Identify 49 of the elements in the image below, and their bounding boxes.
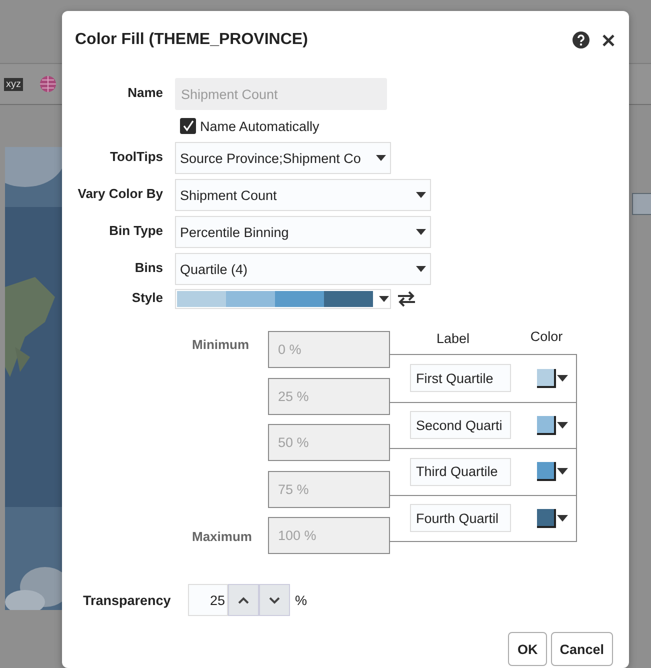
caret-icon <box>557 468 568 476</box>
close-icon[interactable] <box>602 34 615 46</box>
ok-button[interactable]: OK <box>508 632 547 666</box>
dropdown[interactable]: Percentile Binning <box>175 216 431 248</box>
label-field[interactable]: Fourth Quartil <box>410 504 511 532</box>
field-label: Name <box>126 84 164 100</box>
color-picker[interactable] <box>537 462 568 482</box>
style-dropdown[interactable] <box>175 289 391 309</box>
caret-icon <box>557 514 568 522</box>
field-label: Vary Color By <box>76 185 164 201</box>
caret-icon <box>557 374 568 382</box>
field-label: Bin Type <box>108 222 164 238</box>
help-icon[interactable] <box>572 31 590 49</box>
label-field[interactable]: Third Quartile <box>410 458 511 486</box>
minimum-label: Minimum <box>192 337 250 352</box>
label-field[interactable]: First Quartile <box>410 364 511 392</box>
checkbox-label: Name Automatically <box>200 118 320 134</box>
dropdown[interactable]: Source Province;Shipment Co <box>175 142 391 174</box>
checkbox[interactable] <box>180 118 196 134</box>
transparency-field[interactable]: 25 <box>188 584 228 616</box>
toolbar-label[interactable]: xyz <box>4 78 23 90</box>
field-label: Transparency <box>82 592 172 608</box>
dropdown[interactable]: Shipment Count <box>175 179 431 211</box>
field-label: ToolTips <box>109 148 164 164</box>
field-label: Bins <box>134 259 164 275</box>
cancel-button[interactable]: Cancel <box>550 632 613 666</box>
dialog-title: Color Fill (THEME_PROVINCE) <box>75 31 309 49</box>
column-header: Label <box>435 331 471 348</box>
increment-button[interactable] <box>228 584 259 616</box>
decrement-button[interactable] <box>259 584 290 616</box>
maximum-label: Maximum <box>192 529 253 544</box>
column-header: Color <box>529 329 564 346</box>
caret-icon <box>557 422 568 429</box>
caret-icon <box>416 266 426 272</box>
color-picker[interactable] <box>537 508 568 528</box>
color-picker[interactable] <box>537 416 568 435</box>
chevron-down-icon <box>269 596 280 604</box>
caret-icon <box>379 296 389 302</box>
globe-icon[interactable] <box>39 75 57 93</box>
field-label: Style <box>130 289 164 305</box>
chevron-up-icon <box>238 596 249 604</box>
swap-icon[interactable] <box>397 291 416 307</box>
caret-icon <box>376 155 386 161</box>
caret-icon <box>416 229 426 235</box>
unit-label: % <box>295 592 308 608</box>
label-field[interactable]: Second Quarti <box>410 411 511 440</box>
color-picker[interactable] <box>537 368 568 388</box>
caret-icon <box>416 192 426 198</box>
dropdown[interactable]: Quartile (4) <box>175 253 431 285</box>
